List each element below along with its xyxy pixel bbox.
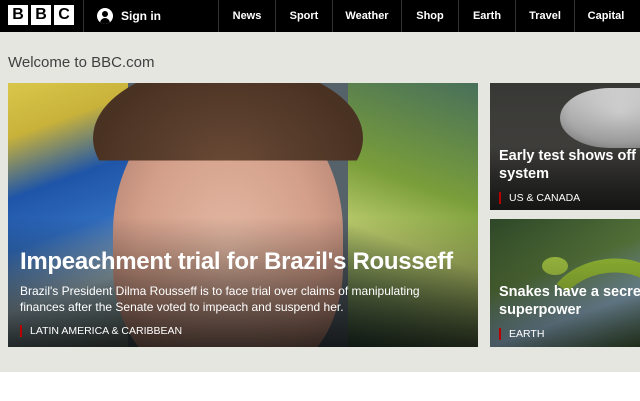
main-story-headline[interactable]: Impeachment trial for Brazil's Rousseff bbox=[20, 248, 453, 276]
side-story-2-headline-line2[interactable]: superpower bbox=[499, 301, 581, 319]
side-story-card-1[interactable]: Early test shows off h system US & CANAD… bbox=[490, 83, 640, 210]
nav-capital[interactable]: Capital bbox=[574, 0, 637, 32]
page-bottom-area bbox=[0, 372, 640, 401]
side-story-1-headline-line1[interactable]: Early test shows off h bbox=[499, 147, 640, 165]
side-story-1-tag[interactable]: US & CANADA bbox=[499, 192, 580, 204]
logo-letter-c: C bbox=[54, 5, 74, 25]
side-story-2-headline-line1[interactable]: Snakes have a secre bbox=[499, 283, 640, 301]
user-icon bbox=[97, 8, 113, 24]
nav-sport[interactable]: Sport bbox=[275, 0, 332, 32]
welcome-heading: Welcome to BBC.com bbox=[8, 54, 155, 71]
nav-news[interactable]: News bbox=[218, 0, 275, 32]
nav-travel[interactable]: Travel bbox=[515, 0, 574, 32]
bbc-logo[interactable]: B B C bbox=[8, 5, 74, 25]
logo-letter-b1: B bbox=[8, 5, 28, 25]
logo-letter-b2: B bbox=[31, 5, 51, 25]
main-story-card[interactable]: Impeachment trial for Brazil's Rousseff … bbox=[8, 83, 478, 347]
nav-shop[interactable]: Shop bbox=[401, 0, 458, 32]
main-story-tag[interactable]: LATIN AMERICA & CARIBBEAN bbox=[20, 325, 182, 337]
signin-link[interactable]: Sign in bbox=[83, 0, 161, 32]
side-story-1-headline-line2[interactable]: system bbox=[499, 165, 549, 183]
main-nav: News Sport Weather Shop Earth Travel Cap… bbox=[218, 0, 637, 32]
top-bar: B B C Sign in News Sport Weather Shop Ea… bbox=[0, 0, 640, 32]
main-story-summary: Brazil's President Dilma Rousseff is to … bbox=[20, 284, 420, 314]
side-story-card-2[interactable]: Snakes have a secre superpower EARTH bbox=[490, 219, 640, 347]
side-story-2-tag[interactable]: EARTH bbox=[499, 328, 544, 340]
nav-earth[interactable]: Earth bbox=[458, 0, 515, 32]
nav-weather[interactable]: Weather bbox=[332, 0, 401, 32]
signin-label: Sign in bbox=[121, 9, 161, 23]
